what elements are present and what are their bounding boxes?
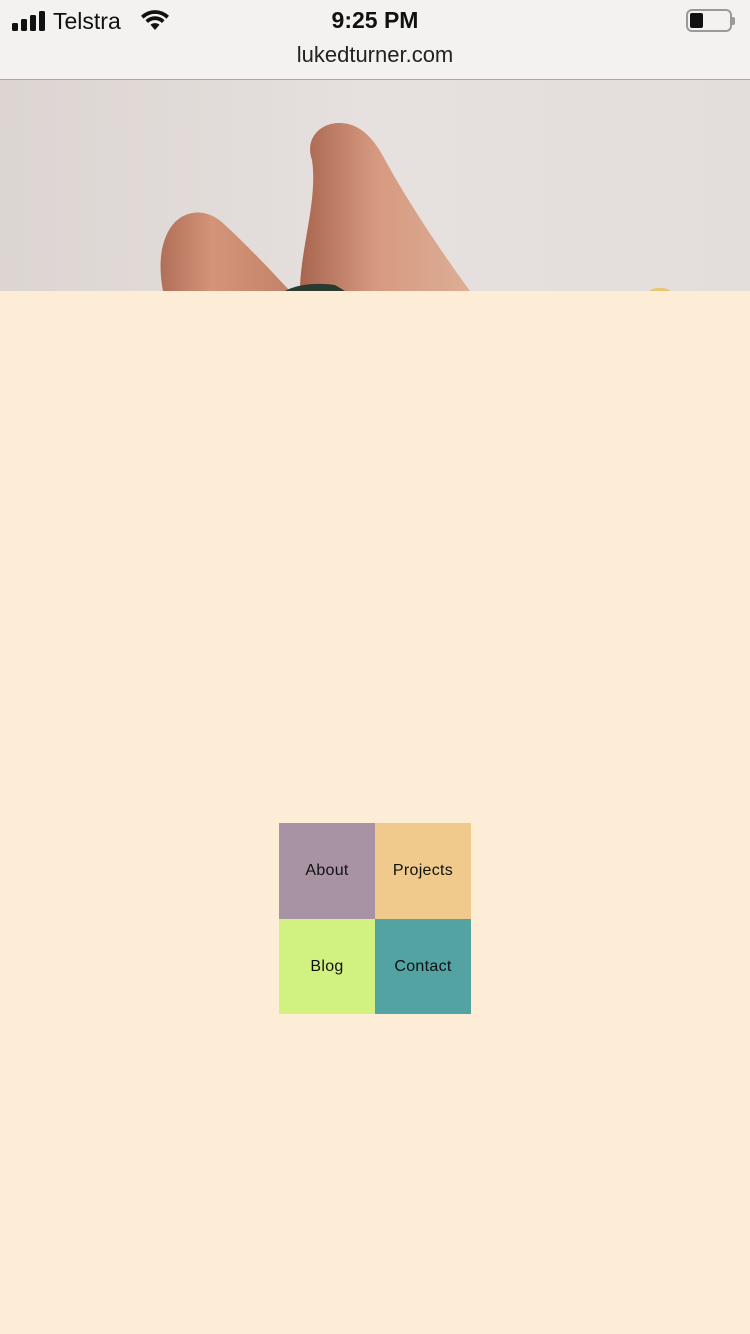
- nav-grid: About Projects Blog Contact: [279, 823, 471, 1014]
- hero-image: [0, 80, 750, 291]
- nav-projects-tile[interactable]: Projects: [375, 823, 471, 919]
- battery-level: [690, 13, 703, 28]
- nav-blog-tile[interactable]: Blog: [279, 919, 375, 1014]
- status-bar: Telstra 9:25 PM: [0, 0, 750, 40]
- url-text: lukedturner.com: [296, 42, 454, 67]
- nav-blog-label: Blog: [310, 957, 344, 975]
- battery-icon: [686, 9, 735, 32]
- clock: 9:25 PM: [331, 7, 419, 33]
- nav-about-tile[interactable]: About: [279, 823, 375, 919]
- nav-about-label: About: [305, 862, 349, 879]
- nav-contact-tile[interactable]: Contact: [375, 919, 471, 1014]
- nav-projects-label: Projects: [392, 862, 454, 879]
- page-content: [0, 291, 750, 1334]
- hand-fingers-image: [0, 80, 750, 291]
- address-bar[interactable]: lukedturner.com: [0, 40, 750, 79]
- nav-contact-label: Contact: [394, 957, 452, 975]
